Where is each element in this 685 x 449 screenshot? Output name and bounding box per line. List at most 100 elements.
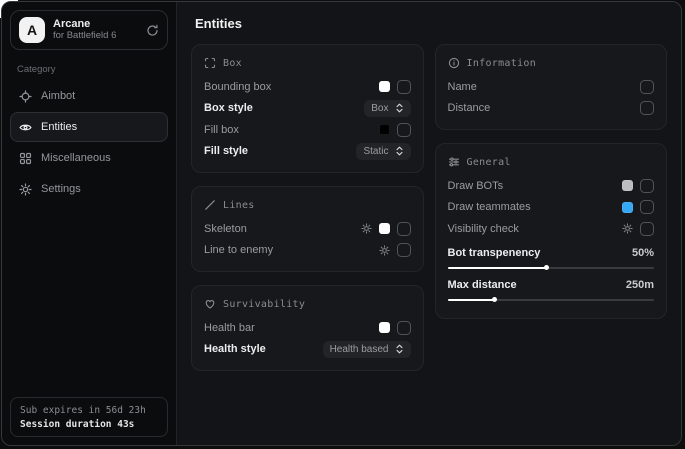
setting-label: Fill style <box>204 145 248 157</box>
setting-label: Skeleton <box>204 223 247 235</box>
category-label: Category <box>17 64 168 75</box>
survivability-card: Survivability Health bar Health style <box>191 285 424 371</box>
app-title: Arcane <box>53 18 116 31</box>
gear-icon[interactable] <box>622 223 633 234</box>
line-icon <box>204 199 216 211</box>
setting-label: Visibility check <box>448 223 519 235</box>
slider-value: 50% <box>632 247 654 259</box>
setting-label: Name <box>448 81 477 93</box>
setting-label: Bounding box <box>204 81 271 93</box>
slider-bot-transparency: Bot transpenency 50% <box>448 244 655 269</box>
slider-track[interactable] <box>448 299 655 301</box>
checkbox[interactable] <box>640 200 654 214</box>
setting-label: Draw BOTs <box>448 180 504 192</box>
gear-icon <box>19 183 32 196</box>
sidebar-item-miscellaneous[interactable]: Miscellaneous <box>10 143 168 173</box>
checkbox[interactable] <box>397 321 411 335</box>
sidebar: A Arcane for Battlefield 6 Category Aimb… <box>2 2 177 445</box>
checkbox[interactable] <box>397 243 411 257</box>
setting-row-visibility-check: Visibility check <box>448 218 655 240</box>
setting-row-fill-style: Fill style Static <box>204 141 411 163</box>
bounding-box-icon <box>204 57 216 69</box>
information-card: Information Name Distance <box>435 44 668 130</box>
color-swatch[interactable] <box>622 202 633 213</box>
color-swatch[interactable] <box>379 322 390 333</box>
sidebar-item-label: Miscellaneous <box>41 152 111 164</box>
sub-expiry-text: Sub expires in 56d 23h <box>20 405 158 416</box>
setting-label: Box style <box>204 102 253 114</box>
setting-row-bounding-box: Bounding box <box>204 76 411 98</box>
slider-track[interactable] <box>448 267 655 269</box>
setting-label: Health bar <box>204 322 255 334</box>
info-icon <box>448 57 460 69</box>
sidebar-item-aimbot[interactable]: Aimbot <box>10 81 168 111</box>
setting-row-distance: Distance <box>448 98 655 120</box>
color-swatch[interactable] <box>379 223 390 234</box>
setting-row-line-to-enemy: Line to enemy <box>204 240 411 262</box>
card-title: Survivability <box>223 299 305 310</box>
card-title: Box <box>223 58 242 69</box>
main-content: Entities Box Bounding box <box>177 2 681 445</box>
eye-icon <box>19 121 32 134</box>
slider-value: 250m <box>626 279 654 291</box>
setting-row-health-style: Health style Health based <box>204 339 411 361</box>
color-swatch[interactable] <box>622 180 633 191</box>
select-value: Static <box>363 146 388 157</box>
general-card: General Draw BOTs Draw teammates <box>435 143 668 319</box>
card-title: Information <box>467 58 537 69</box>
sidebar-item-entities[interactable]: Entities <box>10 112 168 142</box>
checkbox[interactable] <box>397 123 411 137</box>
setting-row-draw-teammates: Draw teammates <box>448 197 655 219</box>
select-value: Box <box>371 103 388 114</box>
color-swatch[interactable] <box>379 124 390 135</box>
crosshair-icon <box>19 90 32 103</box>
chevron-updown-icon <box>395 146 404 156</box>
sidebar-item-settings[interactable]: Settings <box>10 174 168 204</box>
sliders-icon <box>448 156 460 168</box>
setting-row-health-bar: Health bar <box>204 317 411 339</box>
setting-row-box-style: Box style Box <box>204 98 411 120</box>
setting-row-draw-bots: Draw BOTs <box>448 175 655 197</box>
color-swatch[interactable] <box>379 81 390 92</box>
page-title: Entities <box>195 16 667 31</box>
chevron-updown-icon <box>395 103 404 113</box>
setting-label: Line to enemy <box>204 244 273 256</box>
sidebar-item-label: Aimbot <box>41 90 75 102</box>
slider-thumb[interactable] <box>544 265 549 270</box>
session-info-card: Sub expires in 56d 23h Session duration … <box>10 397 168 437</box>
checkbox[interactable] <box>640 179 654 193</box>
box-card: Box Bounding box Box style Box <box>191 44 424 173</box>
health-style-select[interactable]: Health based <box>323 341 411 358</box>
grid-icon <box>19 152 32 165</box>
fill-style-select[interactable]: Static <box>356 143 410 160</box>
checkbox[interactable] <box>640 80 654 94</box>
setting-label: Fill box <box>204 124 239 136</box>
checkbox[interactable] <box>397 222 411 236</box>
setting-row-skeleton: Skeleton <box>204 218 411 240</box>
box-style-select[interactable]: Box <box>364 100 410 117</box>
heart-icon <box>204 298 216 310</box>
app-subtitle: for Battlefield 6 <box>53 31 116 42</box>
card-title: General <box>467 157 511 168</box>
slider-thumb[interactable] <box>492 297 497 302</box>
sidebar-item-label: Entities <box>41 121 77 133</box>
avatar: A <box>19 17 45 43</box>
setting-label: Max distance <box>448 279 517 291</box>
sidebar-nav: Aimbot Entities Miscellaneous <box>10 81 168 204</box>
setting-row-fill-box: Fill box <box>204 119 411 141</box>
checkbox[interactable] <box>640 222 654 236</box>
select-value: Health based <box>330 344 389 355</box>
setting-label: Distance <box>448 102 491 114</box>
refresh-icon[interactable] <box>146 24 159 37</box>
slider-max-distance: Max distance 250m <box>448 276 655 301</box>
lines-card: Lines Skeleton <box>191 186 424 272</box>
cheat-menu-window: A Arcane for Battlefield 6 Category Aimb… <box>1 1 682 446</box>
setting-label: Draw teammates <box>448 201 531 213</box>
setting-label: Health style <box>204 343 266 355</box>
checkbox[interactable] <box>397 80 411 94</box>
gear-icon[interactable] <box>361 223 372 234</box>
gear-icon[interactable] <box>379 245 390 256</box>
profile-card: A Arcane for Battlefield 6 <box>10 10 168 50</box>
checkbox[interactable] <box>640 101 654 115</box>
chevron-updown-icon <box>395 344 404 354</box>
